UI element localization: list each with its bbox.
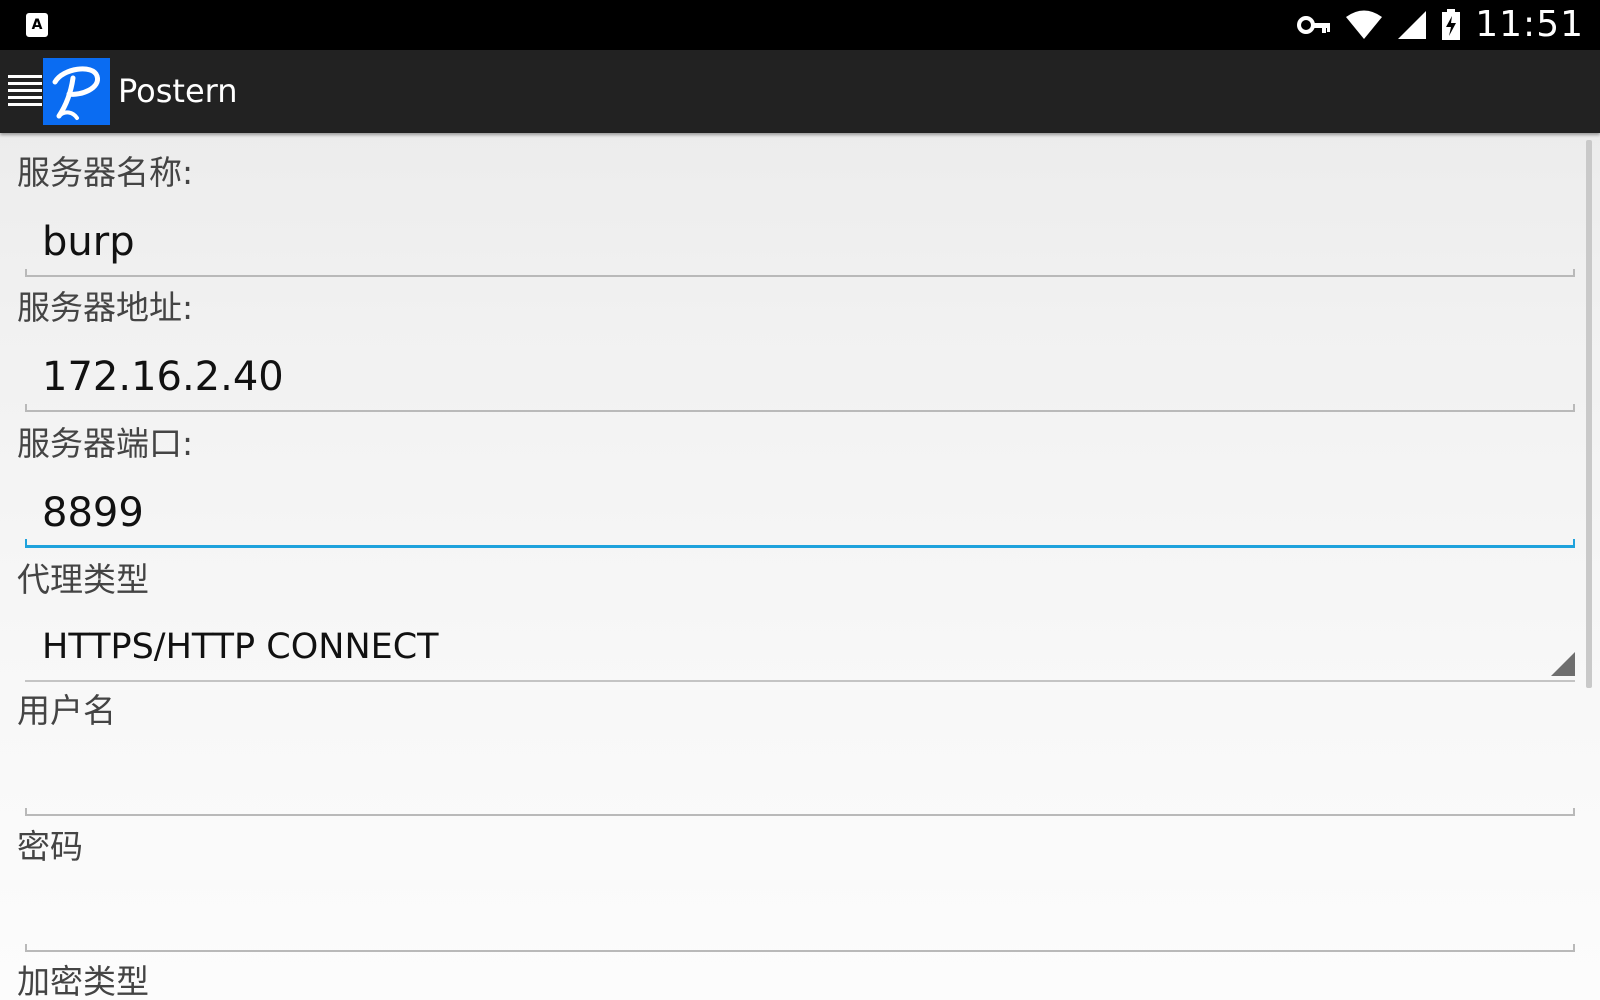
scrollbar[interactable] [1586, 140, 1592, 688]
dropdown-arrow-icon [1551, 652, 1575, 676]
username-label: 用户名 [17, 691, 116, 730]
status-bar: A 11:51 [0, 0, 1600, 50]
server-address-label: 服务器地址: [17, 288, 194, 327]
a-icon: A [26, 13, 48, 37]
app-title: Postern [118, 72, 238, 110]
username-input[interactable] [25, 746, 1575, 816]
password-input[interactable] [25, 882, 1575, 952]
hamburger-menu-icon[interactable] [8, 75, 42, 107]
battery-charging-icon [1442, 9, 1461, 40]
server-name-input[interactable]: burp [25, 207, 1575, 277]
vpn-key-icon [1297, 16, 1331, 34]
action-bar: Postern [0, 50, 1600, 133]
status-icons: 11:51 [1297, 0, 1584, 50]
server-port-input[interactable]: 8899 [25, 478, 1575, 548]
server-port-label: 服务器端口: [17, 424, 194, 463]
proxy-type-dropdown[interactable]: HTTPS/HTTP CONNECT [25, 612, 1575, 682]
postern-logo-icon[interactable] [43, 58, 110, 125]
wifi-icon [1346, 10, 1383, 39]
proxy-type-selected: HTTPS/HTTP CONNECT [42, 627, 439, 667]
cell-signal-icon [1398, 11, 1427, 39]
encryption-type-label: 加密类型 [17, 962, 149, 1000]
screen: A 11:51 Postern 服务器名称: burp 服务器地址: 172.1… [0, 0, 1600, 1000]
proxy-type-label: 代理类型 [17, 560, 149, 599]
status-time: 11:51 [1475, 4, 1584, 45]
server-address-input[interactable]: 172.16.2.40 [25, 342, 1575, 412]
server-name-label: 服务器名称: [17, 153, 194, 192]
password-label: 密码 [17, 827, 83, 866]
